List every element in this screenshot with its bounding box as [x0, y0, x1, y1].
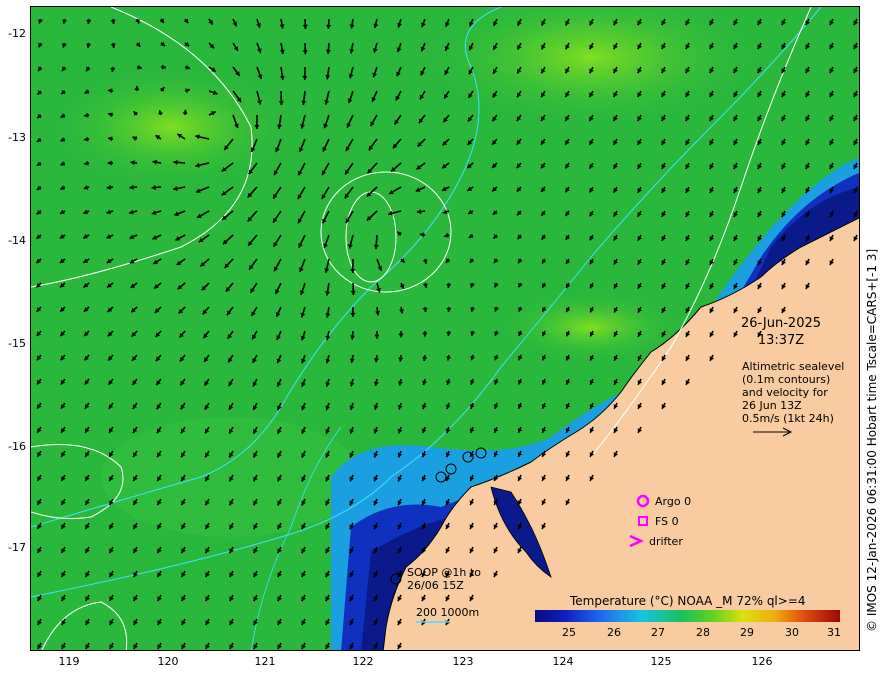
legend-drifter-label: drifter — [649, 534, 683, 548]
x-tick-label: 122 — [352, 655, 374, 668]
map-panel[interactable]: 26-Jun-2025 13:37Z Altimetric sealevel (… — [30, 6, 860, 651]
info-line: and velocity for — [742, 386, 828, 399]
x-tick-label: 120 — [157, 655, 179, 668]
legend-argo: Argo 0 — [636, 494, 691, 508]
credit-text: © IMOS 12-Jan-2026 06:31:00 Hobart time … — [865, 248, 879, 632]
soop-line: 26/06 15Z — [407, 579, 464, 592]
colorbar-tick: 30 — [785, 626, 799, 639]
info-block: Altimetric sealevel (0.1m contours) and … — [742, 360, 844, 425]
time-label: 13:37Z — [757, 333, 805, 348]
y-tick-label: -17 — [8, 541, 26, 554]
y-tick-label: -13 — [8, 131, 26, 144]
info-line: Altimetric sealevel — [742, 360, 845, 373]
info-line: 0.5m/s (1kt 24h) — [742, 412, 834, 425]
info-line: (0.1m contours) — [742, 373, 831, 386]
date-label: 26-Jun-2025 — [740, 316, 822, 331]
timestamp-block: 26-Jun-2025 13:37Z — [731, 315, 831, 349]
x-tick-label: 123 — [452, 655, 474, 668]
y-tick-label: -16 — [8, 440, 26, 453]
bathy-legend-label: 200 1000m — [416, 606, 480, 619]
legend-argo-label: Argo 0 — [655, 494, 692, 508]
x-tick-label: 124 — [552, 655, 574, 668]
x-tick-label: 121 — [254, 655, 276, 668]
legend-drifter: drifter — [628, 534, 683, 548]
legend-fs: FS 0 — [636, 514, 679, 528]
colorbar-title: Temperature (°C) NOAA _M 72% ql>=4 — [570, 594, 806, 608]
soop-line: SOOP @1h to — [407, 566, 481, 579]
colorbar-tick: 29 — [740, 626, 754, 639]
drifter-icon — [629, 534, 644, 548]
x-tick-label: 125 — [650, 655, 672, 668]
x-tick-label: 126 — [751, 655, 773, 668]
colorbar-tick: 25 — [562, 626, 576, 639]
colorbar-tick: 27 — [651, 626, 665, 639]
y-tick-label: -14 — [8, 234, 26, 247]
colorbar-tick: 28 — [696, 626, 710, 639]
y-tick-label: -12 — [8, 27, 26, 40]
info-line: 26 Jun 13Z — [742, 399, 802, 412]
y-tick-label: -15 — [8, 337, 26, 350]
colorbar-tick: 26 — [607, 626, 621, 639]
colorbar — [535, 610, 840, 622]
legend-fs-label: FS 0 — [655, 514, 679, 528]
warm-patch — [51, 67, 291, 187]
x-tick-label: 119 — [58, 655, 80, 668]
colorbar-tick: 31 — [827, 626, 841, 639]
soop-label: SOOP @1h to 26/06 15Z — [407, 566, 481, 592]
argo-icon — [636, 494, 650, 508]
fs-icon — [638, 516, 648, 526]
